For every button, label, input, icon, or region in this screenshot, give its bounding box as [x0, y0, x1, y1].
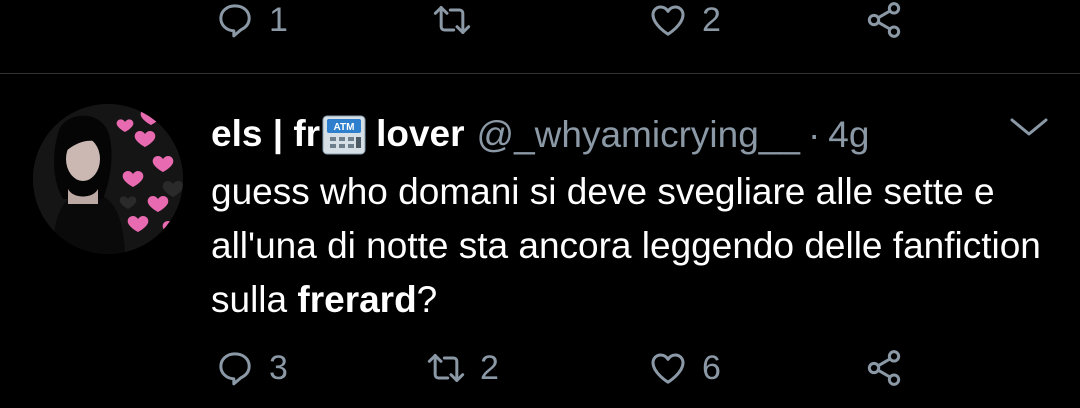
share-icon: [864, 348, 904, 388]
share-button[interactable]: [864, 0, 904, 40]
previous-tweet-actions: 1 2: [0, 0, 1080, 60]
display-name[interactable]: els | fr ATM lover: [211, 113, 465, 156]
avatar[interactable]: [33, 104, 183, 254]
retweet-icon: [426, 348, 466, 388]
retweet-icon: [432, 0, 472, 40]
share-icon: [864, 0, 904, 40]
display-name-right: lover: [376, 113, 465, 155]
tweet-text-bold: frerard: [297, 279, 417, 320]
atm-emoji-icon: ATM: [322, 115, 366, 155]
like-icon: [648, 0, 688, 40]
display-name-left: els | fr: [211, 113, 321, 155]
reply-count: 1: [269, 1, 288, 39]
reply-button[interactable]: 3: [215, 348, 288, 388]
like-button[interactable]: 2: [648, 0, 721, 40]
reply-count: 3: [269, 349, 288, 387]
like-button[interactable]: 6: [648, 348, 721, 388]
chevron-down-icon: [1006, 118, 1052, 146]
like-count: 2: [702, 1, 721, 39]
share-button[interactable]: [864, 348, 904, 388]
like-icon: [648, 348, 688, 388]
retweet-button[interactable]: [432, 0, 486, 40]
reply-icon: [215, 0, 255, 40]
tweet-time[interactable]: 4g: [828, 114, 869, 156]
tweet-text: guess who domani si deve svegliare alle …: [211, 165, 1061, 327]
tweet-actions: 3 2 6: [0, 348, 1080, 408]
like-count: 6: [702, 349, 721, 387]
tweet-text-end: ?: [416, 279, 438, 320]
retweet-button[interactable]: 2: [426, 348, 499, 388]
separator-dot: ·: [807, 114, 821, 155]
reply-icon: [215, 348, 255, 388]
reply-button[interactable]: 1: [215, 0, 288, 40]
user-handle[interactable]: @_whyamicrying__: [477, 114, 800, 156]
tweet-divider: [0, 73, 1080, 74]
tweet-header: els | fr ATM lover @_whyamicrying__ · 4g: [211, 110, 869, 160]
atm-emoji-label: ATM: [334, 122, 355, 133]
retweet-count: 2: [480, 349, 499, 387]
more-options-button[interactable]: [1006, 112, 1052, 142]
